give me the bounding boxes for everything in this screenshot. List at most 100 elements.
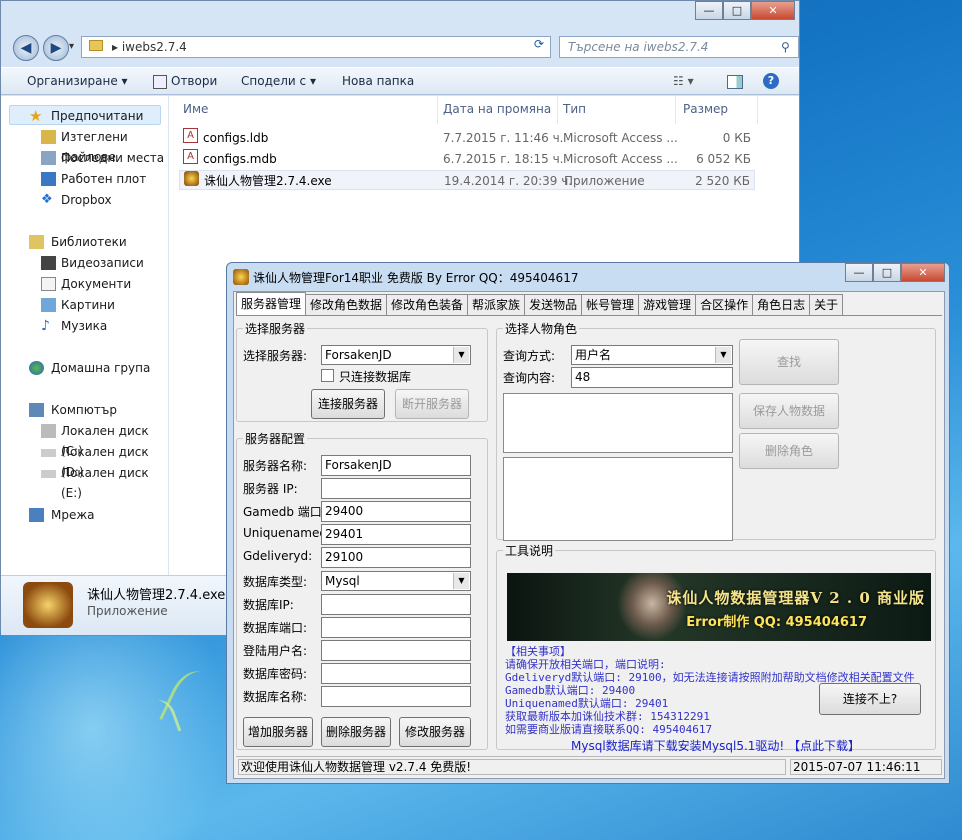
nav-pictures[interactable]: Картини bbox=[41, 295, 115, 315]
column-type[interactable]: Тип bbox=[563, 102, 586, 116]
refresh-icon[interactable]: ⟳ bbox=[529, 37, 549, 55]
minimize-button[interactable]: — bbox=[695, 1, 723, 20]
tab-role-log[interactable]: 角色日志 bbox=[752, 294, 811, 315]
preview-pane-icon[interactable] bbox=[727, 75, 743, 89]
server-ip-input[interactable] bbox=[321, 478, 471, 499]
close-button[interactable]: ✕ bbox=[751, 1, 795, 20]
db-only-checkbox[interactable] bbox=[321, 369, 334, 382]
nav-downloads[interactable]: Изтеглени файлове bbox=[41, 127, 168, 164]
gamedb-port-label: Gamedb 端口: bbox=[243, 505, 326, 519]
db-ip-label: 数据库IP: bbox=[243, 598, 294, 612]
query-method-value: 用户名 bbox=[575, 348, 612, 362]
uniquenamed-input[interactable]: 29401 bbox=[321, 524, 471, 545]
tab-guild-family[interactable]: 帮派家族 bbox=[467, 294, 526, 315]
banner-subtitle: Error制作 QQ: 495404617 bbox=[686, 615, 867, 630]
banner-title: 诛仙人物数据管理器V 2 . 0 商业版 bbox=[666, 589, 925, 607]
select-server-group: 选择服务器 选择服务器: ForsakenJD ▼ 只连接数据库 连接服务器 断开… bbox=[236, 320, 488, 422]
query-content-input[interactable]: 48 bbox=[571, 367, 733, 388]
nav-videos[interactable]: Видеозаписи bbox=[41, 253, 144, 273]
tab-divider bbox=[236, 315, 942, 316]
organize-menu[interactable]: Организиране ▾ bbox=[27, 74, 128, 88]
maximize-button[interactable]: □ bbox=[723, 1, 751, 20]
modify-server-button[interactable]: 修改服务器 bbox=[399, 717, 471, 747]
tab-account-management[interactable]: 帐号管理 bbox=[581, 294, 640, 315]
nav-homegroup[interactable]: Домашна група bbox=[29, 358, 150, 378]
nav-disk-d[interactable]: Локален диск (D:) bbox=[41, 442, 168, 479]
open-button[interactable]: Отвори bbox=[171, 74, 217, 88]
query-content-label: 查询内容: bbox=[503, 371, 556, 385]
tab-edit-role-data[interactable]: 修改角色数据 bbox=[305, 294, 388, 315]
search-role-button[interactable]: 查找 bbox=[739, 339, 839, 385]
history-dropdown-icon[interactable]: ▾ bbox=[69, 41, 74, 52]
command-bar: Организиране ▾ Отвори Сподели с ▾ Нова п… bbox=[1, 67, 799, 95]
server-name-input[interactable]: ForsakenJD bbox=[321, 455, 471, 476]
db-name-input[interactable] bbox=[321, 686, 471, 707]
nav-disk-e[interactable]: Локален диск (E:) bbox=[41, 463, 168, 500]
help-icon[interactable]: ? bbox=[763, 73, 779, 89]
search-icon[interactable]: ⚲ bbox=[781, 40, 790, 54]
column-divider[interactable] bbox=[557, 96, 558, 124]
db-port-input[interactable] bbox=[321, 617, 471, 638]
tab-about[interactable]: 关于 bbox=[809, 294, 844, 315]
chevron-down-icon: ▼ bbox=[715, 347, 731, 363]
column-name[interactable]: Име bbox=[183, 102, 208, 116]
tab-merge-servers[interactable]: 合区操作 bbox=[695, 294, 754, 315]
file-row[interactable]: 诛仙人物管理2.7.4.exe 19.4.2014 г. 20:39 ч. Пр… bbox=[179, 170, 755, 190]
account-listbox[interactable] bbox=[503, 393, 733, 453]
delete-role-button[interactable]: 删除角色 bbox=[739, 433, 839, 469]
tab-send-items[interactable]: 发送物品 bbox=[524, 294, 583, 315]
file-row[interactable]: A configs.ldb 7.7.2015 г. 11:46 ч. Micro… bbox=[179, 128, 755, 148]
drive-d-icon bbox=[41, 449, 56, 457]
db-type-select[interactable]: Mysql ▼ bbox=[321, 571, 471, 591]
gamedb-port-input[interactable]: 29400 bbox=[321, 501, 471, 522]
mysql-download-link[interactable]: Mysql数据库请下载安装Mysql5.1驱动! 【点此下载】 bbox=[571, 737, 860, 754]
chevron-down-icon: ▼ bbox=[453, 573, 469, 589]
nav-recent[interactable]: Последни места bbox=[41, 148, 164, 168]
address-bar[interactable]: ▸ iwebs2.7.4 bbox=[81, 36, 551, 58]
nav-favorites[interactable]: ★ Предпочитани bbox=[29, 106, 143, 126]
nav-computer[interactable]: Компютър bbox=[29, 400, 117, 420]
cannot-connect-button[interactable]: 连接不上? bbox=[819, 683, 921, 715]
gdeliveryd-input[interactable]: 29100 bbox=[321, 547, 471, 568]
column-divider[interactable] bbox=[757, 96, 758, 124]
column-divider[interactable] bbox=[437, 96, 438, 124]
search-input[interactable]: Търсене на iwebs2.7.4 bbox=[559, 36, 799, 58]
dropbox-icon: ❖ bbox=[41, 192, 53, 207]
app-minimize-button[interactable]: — bbox=[845, 263, 873, 282]
forward-button[interactable]: ▶ bbox=[43, 35, 69, 61]
column-divider[interactable] bbox=[675, 96, 676, 124]
role-listbox[interactable] bbox=[503, 457, 733, 541]
column-date[interactable]: Дата на промяна bbox=[443, 102, 551, 116]
login-user-input[interactable] bbox=[321, 640, 471, 661]
connect-server-button[interactable]: 连接服务器 bbox=[311, 389, 385, 419]
nav-music[interactable]: ♪ Музика bbox=[41, 316, 107, 336]
back-button[interactable]: ◀ bbox=[13, 35, 39, 61]
db-ip-input[interactable] bbox=[321, 594, 471, 615]
new-folder-button[interactable]: Нова папка bbox=[342, 74, 414, 88]
app-close-button[interactable]: ✕ bbox=[901, 263, 945, 282]
nav-documents[interactable]: Документи bbox=[41, 274, 131, 294]
nav-network[interactable]: Мрежа bbox=[29, 505, 95, 525]
share-menu[interactable]: Сподели с ▾ bbox=[241, 74, 316, 88]
disconnect-server-button[interactable]: 断开服务器 bbox=[395, 389, 469, 419]
delete-server-button[interactable]: 删除服务器 bbox=[321, 717, 391, 747]
db-password-input[interactable] bbox=[321, 663, 471, 684]
file-row[interactable]: A configs.mdb 6.7.2015 г. 18:15 ч. Micro… bbox=[179, 149, 755, 169]
column-size[interactable]: Размер bbox=[683, 102, 728, 116]
server-config-legend: 服务器配置 bbox=[245, 432, 306, 446]
nav-disk-c[interactable]: Локален диск (C:) bbox=[41, 421, 168, 458]
tab-edit-role-equipment[interactable]: 修改角色装备 bbox=[386, 294, 469, 315]
tab-server-management[interactable]: 服务器管理 bbox=[236, 292, 307, 315]
nav-libraries[interactable]: Библиотеки bbox=[29, 232, 127, 252]
file-name: configs.ldb bbox=[203, 131, 269, 145]
nav-dropbox-label: Dropbox bbox=[61, 193, 112, 207]
tab-game-management[interactable]: 游戏管理 bbox=[638, 294, 697, 315]
nav-dropbox[interactable]: ❖ Dropbox bbox=[41, 190, 112, 210]
save-role-button[interactable]: 保存人物数据 bbox=[739, 393, 839, 429]
view-options-icon[interactable]: ☷ ▾ bbox=[673, 74, 694, 88]
nav-desktop[interactable]: Работен плот bbox=[41, 169, 146, 189]
add-server-button[interactable]: 增加服务器 bbox=[243, 717, 313, 747]
query-method-select[interactable]: 用户名 ▼ bbox=[571, 345, 733, 365]
app-maximize-button[interactable]: □ bbox=[873, 263, 901, 282]
server-select[interactable]: ForsakenJD ▼ bbox=[321, 345, 471, 365]
